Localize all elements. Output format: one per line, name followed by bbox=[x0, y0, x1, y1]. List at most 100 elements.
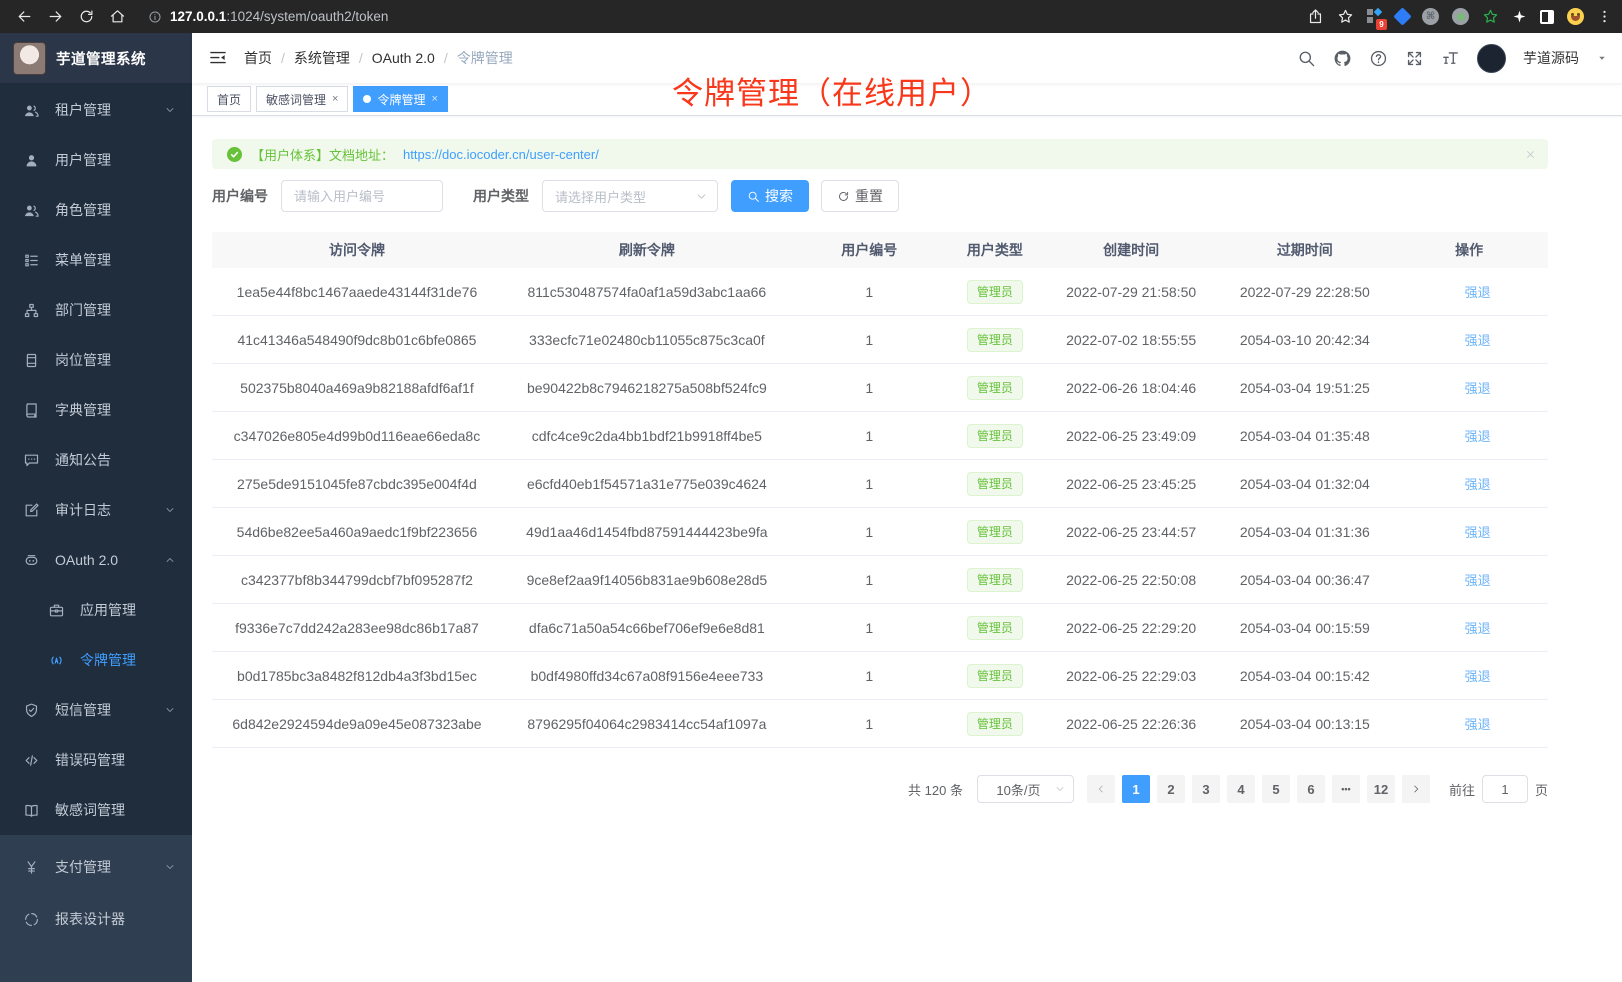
page-button-5[interactable]: 5 bbox=[1262, 775, 1290, 803]
page-button-4[interactable]: 4 bbox=[1227, 775, 1255, 803]
chevron-up-icon bbox=[164, 554, 176, 566]
sidebar-item-token-signal[interactable]: 令牌管理 bbox=[0, 635, 192, 685]
forward-icon[interactable] bbox=[47, 8, 64, 25]
col-refresh-token: 刷新令牌 bbox=[502, 240, 792, 260]
emoji-extension-icon[interactable] bbox=[1567, 8, 1584, 25]
force-logout-link[interactable]: 强退 bbox=[1448, 714, 1491, 733]
user-type-select[interactable]: 请选择用户类型 bbox=[542, 180, 718, 212]
table-row: 502375b8040a469a9b82188afdf6af1f be90422… bbox=[212, 364, 1548, 412]
page-button-1[interactable]: 1 bbox=[1122, 775, 1150, 803]
sidebar-item-audit-log[interactable]: 审计日志 bbox=[0, 485, 192, 535]
sidebar-item-sms-shield[interactable]: 短信管理 bbox=[0, 685, 192, 735]
reload-icon[interactable] bbox=[78, 8, 95, 25]
tab-0[interactable]: 首页 bbox=[207, 86, 251, 112]
sidebar-item-user[interactable]: 用户管理 bbox=[0, 135, 192, 185]
sidebar-item-badge[interactable]: 岗位管理 bbox=[0, 335, 192, 385]
prev-page-button[interactable] bbox=[1087, 775, 1115, 803]
user-type-badge: 管理员 bbox=[967, 520, 1023, 544]
page-button-12[interactable]: 12 bbox=[1367, 775, 1395, 803]
page-button-3[interactable]: 3 bbox=[1192, 775, 1220, 803]
sidebar-item-org-chart[interactable]: 部门管理 bbox=[0, 285, 192, 335]
sidebar-item-dictionary[interactable]: 字典管理 bbox=[0, 385, 192, 435]
sidebar-item-error-code[interactable]: 错误码管理 bbox=[0, 735, 192, 785]
extension-command-icon[interactable]: ⌘ bbox=[1422, 8, 1439, 25]
font-size-icon[interactable] bbox=[1441, 49, 1460, 68]
header-search-icon[interactable] bbox=[1297, 49, 1316, 68]
sidebar-item-tenant-users[interactable]: 租户管理 bbox=[0, 85, 192, 135]
extension-gem-icon[interactable] bbox=[1393, 7, 1411, 25]
created-time-cell: 2022-06-25 22:26:36 bbox=[1043, 716, 1219, 732]
refresh-token-cell: cdfc4ce9c2da4bb1bdf21b9918ff4be5 bbox=[502, 428, 792, 444]
bookmark-star-icon[interactable] bbox=[1337, 8, 1354, 25]
sidebar-item-label: 令牌管理 bbox=[80, 650, 136, 670]
sidebar-item-oauth-robot[interactable]: OAuth 2.0 bbox=[0, 535, 192, 585]
home-icon[interactable] bbox=[109, 8, 126, 25]
tab-close-icon[interactable]: × bbox=[332, 94, 338, 105]
tab-2[interactable]: 令牌管理× bbox=[353, 86, 447, 112]
search-button[interactable]: 搜索 bbox=[731, 180, 809, 212]
sidebar-item-label: OAuth 2.0 bbox=[55, 552, 118, 568]
sidebar-item-app-briefcase[interactable]: 应用管理 bbox=[0, 585, 192, 635]
table-row: c347026e805e4d99b0d116eae66eda8c cdfc4ce… bbox=[212, 412, 1548, 460]
url-bar[interactable]: 127.0.0.1:1024/system/oauth2/token bbox=[148, 9, 388, 24]
tenant-users-icon bbox=[23, 102, 40, 119]
breadcrumb-system[interactable]: 系统管理 bbox=[294, 48, 350, 68]
user-id-label: 用户编号 bbox=[212, 186, 268, 206]
force-logout-link[interactable]: 强退 bbox=[1448, 666, 1491, 685]
table-row: 41c41346a548490f9dc8b01c6bfe0865 333ecfc… bbox=[212, 316, 1548, 364]
breadcrumb-oauth[interactable]: OAuth 2.0 bbox=[372, 50, 435, 66]
share-icon[interactable] bbox=[1307, 8, 1324, 25]
browser-menu-icon[interactable] bbox=[1597, 9, 1612, 24]
force-logout-link[interactable]: 强退 bbox=[1448, 330, 1491, 349]
reset-button[interactable]: 重置 bbox=[821, 180, 899, 212]
pager-ellipsis[interactable]: ••• bbox=[1332, 775, 1360, 803]
sidebar-item-menu-tree[interactable]: 菜单管理 bbox=[0, 235, 192, 285]
next-page-button[interactable] bbox=[1402, 775, 1430, 803]
username[interactable]: 芋道源码 bbox=[1523, 48, 1579, 68]
sidebar-item-label: 支付管理 bbox=[55, 857, 111, 877]
report-designer-icon bbox=[23, 911, 40, 928]
announcement-icon bbox=[23, 452, 40, 469]
force-logout-link[interactable]: 强退 bbox=[1448, 618, 1491, 637]
chevron-down-icon[interactable] bbox=[1596, 52, 1608, 64]
user-id-cell: 1 bbox=[792, 380, 947, 396]
tab-close-icon[interactable]: × bbox=[431, 94, 437, 105]
force-logout-link[interactable]: 强退 bbox=[1448, 378, 1491, 397]
extension-star-icon[interactable] bbox=[1482, 8, 1499, 25]
page-button-2[interactable]: 2 bbox=[1157, 775, 1185, 803]
breadcrumb-home[interactable]: 首页 bbox=[244, 48, 272, 68]
page-button-6[interactable]: 6 bbox=[1297, 775, 1325, 803]
force-logout-link[interactable]: 强退 bbox=[1448, 426, 1491, 445]
tab-1[interactable]: 敏感词管理× bbox=[256, 86, 348, 112]
sidebar-item-sensitive-words[interactable]: 敏感词管理 bbox=[0, 785, 192, 835]
success-check-icon bbox=[227, 147, 242, 162]
force-logout-link[interactable]: 强退 bbox=[1448, 570, 1491, 589]
created-time-cell: 2022-06-25 22:50:08 bbox=[1043, 572, 1219, 588]
page-size-select[interactable]: 10条/页 bbox=[977, 775, 1074, 803]
sidebar-item-payment-yen[interactable]: 支付管理 bbox=[0, 841, 192, 893]
sidebar-logo[interactable]: 芋道管理系统 bbox=[0, 33, 192, 83]
force-logout-link[interactable]: 强退 bbox=[1448, 282, 1491, 301]
alert-close-icon[interactable] bbox=[1525, 149, 1536, 160]
sidebar-item-report-designer[interactable]: 报表设计器 bbox=[0, 893, 192, 945]
sidebar-collapse-icon[interactable] bbox=[208, 48, 228, 68]
extension-spark-icon[interactable] bbox=[1512, 9, 1527, 24]
extension-record-icon[interactable] bbox=[1452, 8, 1469, 25]
user-avatar[interactable] bbox=[1477, 44, 1506, 73]
sidebar-toggle-icon[interactable] bbox=[1540, 10, 1554, 24]
extension-grid-icon[interactable]: 9 bbox=[1367, 9, 1383, 25]
doc-link[interactable]: https://doc.iocoder.cn/user-center/ bbox=[403, 147, 599, 162]
force-logout-link[interactable]: 强退 bbox=[1448, 474, 1491, 493]
back-icon[interactable] bbox=[16, 8, 33, 25]
sidebar-item-roles-users[interactable]: 角色管理 bbox=[0, 185, 192, 235]
table-row: f9336e7c7dd242a283ee98dc86b17a87 dfa6c71… bbox=[212, 604, 1548, 652]
goto-page-input[interactable] bbox=[1482, 775, 1528, 803]
user-id-input[interactable] bbox=[281, 180, 443, 212]
fullscreen-icon[interactable] bbox=[1405, 49, 1424, 68]
help-icon[interactable] bbox=[1369, 49, 1388, 68]
info-icon[interactable] bbox=[148, 10, 162, 24]
trash-icon bbox=[1448, 477, 1461, 490]
force-logout-link[interactable]: 强退 bbox=[1448, 522, 1491, 541]
sidebar-item-announcement[interactable]: 通知公告 bbox=[0, 435, 192, 485]
github-icon[interactable] bbox=[1333, 49, 1352, 68]
